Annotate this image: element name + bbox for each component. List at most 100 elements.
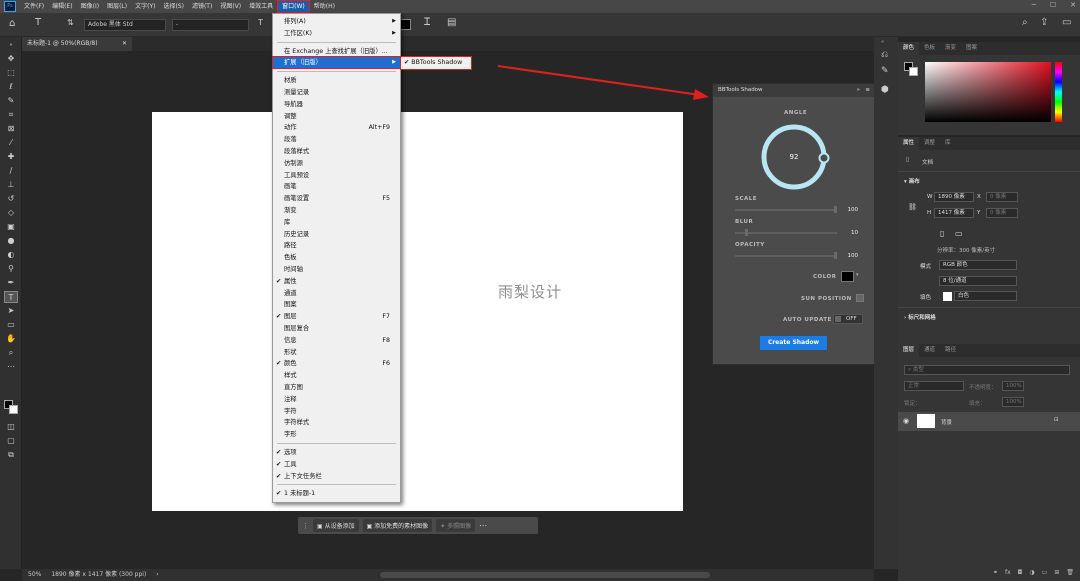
background-color-swatch[interactable] [9, 405, 18, 414]
plugins-panel-icon[interactable]: ⬢ [881, 85, 889, 95]
minimize-icon[interactable]: ─ [1032, 1, 1036, 9]
eraser-tool-icon[interactable]: ◇ [4, 207, 18, 219]
menu-item[interactable]: 图层(L) [103, 0, 131, 13]
fill-color-swatch[interactable] [943, 292, 952, 301]
document-tab[interactable]: 未标题-1 @ 50%(RGB/8) ✕ [22, 37, 132, 51]
quick-mask-icon[interactable]: ◫ [4, 421, 18, 433]
panel-tab[interactable]: 通道 [919, 344, 940, 357]
x-field[interactable]: 0 像素 [986, 192, 1018, 202]
window-menu-item[interactable]: 直方图 [273, 382, 400, 393]
dodge-tool-icon[interactable]: ◐ [4, 249, 18, 261]
font-family-select[interactable]: Adobe 黑体 Std [84, 19, 166, 31]
search-icon[interactable]: ⌕ [1022, 17, 1028, 28]
scale-slider-thumb[interactable] [834, 206, 837, 213]
gradient-tool-icon[interactable]: ▣ [4, 221, 18, 233]
scale-slider[interactable] [735, 206, 837, 213]
window-menu-item[interactable]: 字符 [273, 406, 400, 417]
window-menu-item[interactable]: 字符样式 [273, 417, 400, 428]
window-menu-item[interactable]: ✔ 图层 F7 [273, 311, 400, 322]
stamp-tool-icon[interactable]: ⊥ [4, 179, 18, 191]
window-menu-item[interactable]: ✔ 选项 [273, 447, 400, 458]
add-mask-icon[interactable]: ◘ [1018, 569, 1023, 581]
history-panel-icon[interactable]: ⎌ [881, 50, 888, 60]
menu-item[interactable]: 帮助(H) [310, 0, 339, 13]
auto-update-toggle[interactable]: OFF [833, 314, 863, 324]
blur-value[interactable]: 10 [844, 229, 858, 238]
type-tool-icon[interactable]: T [35, 17, 41, 28]
add-from-device-button[interactable]: ▣ 从设备添加 [313, 519, 359, 532]
healing-tool-icon[interactable]: ✚ [4, 151, 18, 163]
create-shadow-button[interactable]: Create Shadow [760, 336, 827, 350]
window-menu-item[interactable]: 渐变 [273, 205, 400, 216]
more-tools-icon[interactable]: ⋯ [4, 361, 18, 373]
document-canvas[interactable] [152, 112, 683, 511]
window-menu-item[interactable]: 工具预设 [273, 170, 400, 181]
panel-tab[interactable]: 属性 [898, 137, 920, 150]
window-menu-item[interactable]: ✔ 颜色 F6 [273, 358, 400, 369]
window-menu-item[interactable]: ✔ 属性 [273, 276, 400, 287]
opacity-slider-thumb[interactable] [834, 252, 837, 259]
menu-item[interactable]: 视图(V) [216, 0, 245, 13]
window-menu-item[interactable]: 库 [273, 217, 400, 228]
maximize-icon[interactable]: ☐ [1050, 1, 1056, 9]
extensions-submenu-item-bbtools[interactable]: ✔ BBTools Shadow [400, 56, 472, 70]
layer-fill-field[interactable]: 100% [1002, 397, 1024, 407]
pen-tool-icon[interactable]: ✒ [4, 277, 18, 289]
history-brush-tool-icon[interactable]: ↺ [4, 193, 18, 205]
width-field[interactable]: 1890 像素 [934, 192, 974, 202]
zoom-level[interactable]: 50% [28, 569, 41, 581]
collapse-icon[interactable]: » [4, 39, 18, 51]
hue-slider[interactable] [1055, 62, 1062, 122]
window-menu-item[interactable]: 测量记录 [273, 87, 400, 98]
panel-tab[interactable]: 图层 [898, 344, 920, 357]
window-menu-item[interactable]: 段落 [273, 134, 400, 145]
layer-style-icon[interactable]: fx [1005, 569, 1011, 581]
home-icon[interactable]: ⌂ [9, 18, 15, 29]
text-orientation-icon[interactable]: ⇅ [67, 18, 74, 27]
generate-image-button[interactable]: ✦ 多照图像 [436, 519, 476, 532]
window-menu-item[interactable]: 字形 [273, 429, 400, 440]
window-menu-item[interactable]: 通道 [273, 288, 400, 299]
window-menu-item[interactable]: 图层复合 [273, 323, 400, 334]
link-dimensions-icon[interactable]: ⛓ [908, 203, 917, 211]
window-menu-item[interactable]: 仿制源 [273, 158, 400, 169]
lasso-tool-icon[interactable]: ℓ [4, 81, 18, 93]
mode-select[interactable]: RGB 颜色 [939, 260, 1017, 270]
blur-slider[interactable] [735, 229, 837, 236]
window-menu-item[interactable]: 路径 [273, 240, 400, 251]
quick-select-tool-icon[interactable]: ✎ [4, 95, 18, 107]
opacity-slider[interactable] [735, 252, 837, 259]
rectangle-tool-icon[interactable]: ▭ [4, 319, 18, 331]
background-color-swatch[interactable] [909, 67, 918, 76]
drag-handle-icon[interactable]: ⋮ [302, 522, 309, 530]
menu-item[interactable]: 文件(F) [20, 0, 48, 13]
screen-mode-icon[interactable]: ▢ [4, 435, 18, 447]
type-tool-icon[interactable]: T [4, 291, 18, 303]
window-menu-item[interactable]: 材质 [273, 75, 400, 86]
window-menu-item[interactable]: 样式 [273, 370, 400, 381]
marquee-tool-icon[interactable]: ⬚ [4, 67, 18, 79]
window-menu-item[interactable]: 工作区(K) ▶ [273, 28, 400, 39]
fill-select[interactable]: 白色 [954, 291, 1017, 301]
hand-tool-icon[interactable]: ✋ [4, 333, 18, 345]
menu-item[interactable]: 选择(S) [159, 0, 188, 13]
brush-tool-icon[interactable]: ∕ [4, 165, 18, 177]
status-arrow-icon[interactable]: › [156, 569, 158, 581]
height-field[interactable]: 1417 像素 [934, 208, 974, 218]
window-menu-item[interactable]: 调整 [273, 111, 400, 122]
window-menu-item[interactable]: 在 Exchange 上查找扩展（旧版）... [273, 46, 400, 57]
menu-item[interactable]: 编辑(E) [48, 0, 76, 13]
move-tool-icon[interactable]: ✥ [4, 53, 18, 65]
portrait-orientation-icon[interactable]: ▯ [940, 229, 944, 238]
more-options-icon[interactable]: ⋯ [479, 521, 487, 530]
panel-tab[interactable]: 颜色 [898, 42, 920, 55]
layer-filter-search[interactable]: ⌕ 类型 [904, 365, 1070, 375]
share-icon[interactable]: ⇪ [1040, 17, 1048, 28]
menu-item[interactable]: 滤镜(T) [188, 0, 216, 13]
window-menu-item[interactable]: 图案 [273, 299, 400, 310]
canvas-section-header[interactable]: ▾ 画布 [904, 177, 920, 185]
burn-tool-icon[interactable]: ⚲ [4, 263, 18, 275]
new-layer-icon[interactable]: ⊞ [1054, 569, 1059, 581]
color-dropdown-icon[interactable]: ▾ [856, 272, 859, 278]
window-menu-item[interactable]: 导航器 [273, 99, 400, 110]
